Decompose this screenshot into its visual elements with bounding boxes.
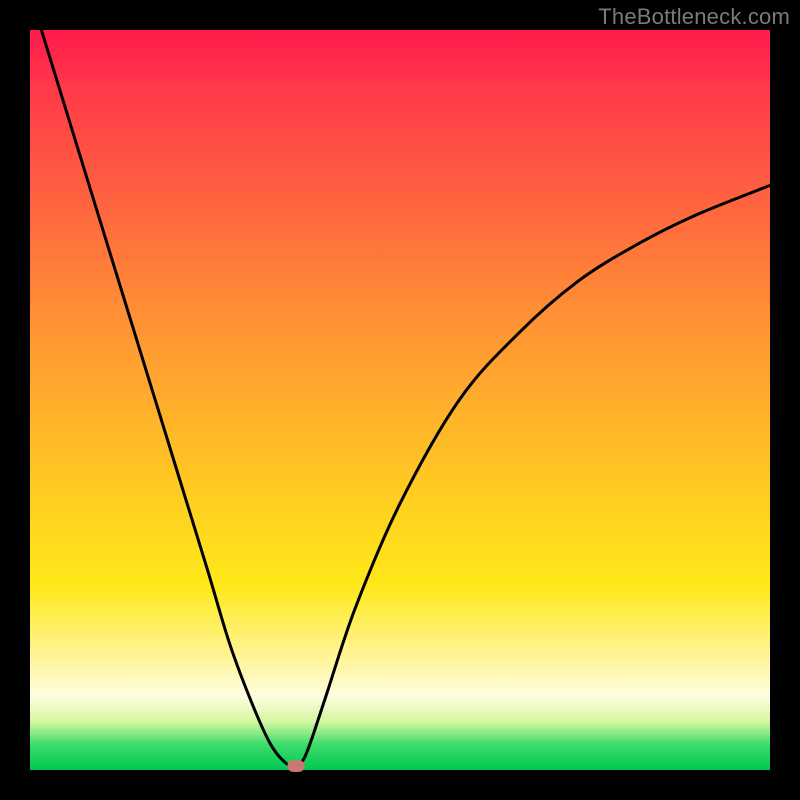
plot-area (30, 30, 770, 770)
watermark-text: TheBottleneck.com (598, 4, 790, 30)
bottleneck-curve (30, 30, 770, 770)
optimum-marker (288, 760, 305, 772)
chart-frame: TheBottleneck.com (0, 0, 800, 800)
